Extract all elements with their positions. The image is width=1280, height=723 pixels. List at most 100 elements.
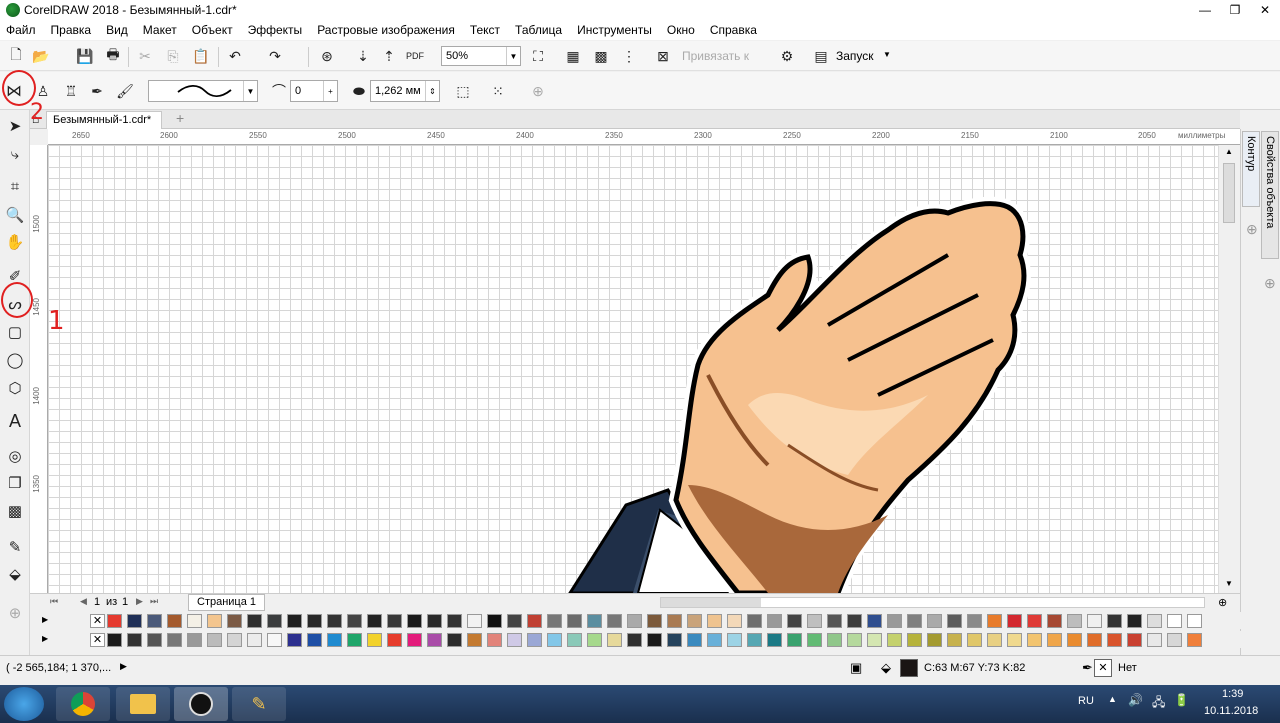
- color-swatch[interactable]: [427, 633, 442, 647]
- snap-to-dropdown[interactable]: Привязать к: [682, 49, 749, 63]
- menu-help[interactable]: Справка: [710, 23, 757, 37]
- hscroll-thumb[interactable]: [661, 598, 761, 607]
- color-swatch[interactable]: [1047, 633, 1062, 647]
- color-swatch[interactable]: [507, 633, 522, 647]
- color-swatch[interactable]: [747, 633, 762, 647]
- transparency-tool-icon[interactable]: ▩: [4, 500, 26, 522]
- spin-icon[interactable]: ⇕: [425, 81, 439, 101]
- color-swatch[interactable]: [527, 633, 542, 647]
- network-icon[interactable]: 🖧: [1152, 693, 1165, 714]
- color-swatch[interactable]: [367, 614, 382, 628]
- tray-expand-icon[interactable]: ▲: [1108, 694, 1117, 704]
- color-swatch[interactable]: [227, 633, 242, 647]
- explorer-taskbar-icon[interactable]: [116, 687, 170, 721]
- color-swatch[interactable]: [887, 633, 902, 647]
- no-color-swatch[interactable]: ✕: [90, 633, 105, 647]
- color-swatch[interactable]: [587, 614, 602, 628]
- snap-off-icon[interactable]: ⊠: [652, 45, 674, 67]
- color-swatch[interactable]: [927, 614, 942, 628]
- pan-tool-icon[interactable]: ✋: [4, 231, 26, 253]
- zoom-tool-icon[interactable]: 🔍: [4, 204, 26, 226]
- color-swatch[interactable]: [107, 614, 122, 628]
- drawing-canvas[interactable]: [48, 145, 1218, 593]
- shape-effects-icon[interactable]: ◎: [4, 445, 26, 467]
- color-swatch[interactable]: [647, 614, 662, 628]
- color-swatch[interactable]: [647, 633, 662, 647]
- color-swatch[interactable]: [567, 614, 582, 628]
- color-swatch[interactable]: [467, 633, 482, 647]
- language-indicator[interactable]: RU: [1078, 695, 1094, 707]
- color-swatch[interactable]: [627, 633, 642, 647]
- horizontal-ruler[interactable]: 2650 2600 2550 2500 2450 2400 2350 2300 …: [48, 129, 1240, 145]
- page-tab[interactable]: Страница 1: [188, 594, 266, 611]
- color-swatch[interactable]: [1127, 633, 1142, 647]
- minimize-button[interactable]: —: [1190, 0, 1220, 20]
- prev-page-icon[interactable]: ◀: [80, 596, 87, 607]
- color-swatch[interactable]: [347, 614, 362, 628]
- color-swatch[interactable]: [207, 614, 222, 628]
- last-page-icon[interactable]: ⏭: [150, 596, 158, 607]
- menu-bitmaps[interactable]: Растровые изображения: [317, 23, 455, 37]
- zoom-fit-icon[interactable]: ⊕: [1218, 596, 1227, 609]
- menu-table[interactable]: Таблица: [515, 23, 562, 37]
- color-swatch[interactable]: [547, 633, 562, 647]
- add-docker-icon[interactable]: ⊕: [1246, 221, 1258, 238]
- menu-effects[interactable]: Эффекты: [248, 23, 303, 37]
- color-swatch[interactable]: [927, 633, 942, 647]
- vertical-ruler[interactable]: 1500 1450 1400 1350: [30, 145, 48, 593]
- text-tool-icon[interactable]: A: [4, 410, 26, 432]
- color-swatch[interactable]: [807, 633, 822, 647]
- trace-points-icon[interactable]: ⁙: [487, 80, 509, 102]
- chevron-down-icon[interactable]: ▼: [243, 81, 257, 101]
- pick-tool-icon[interactable]: ➤: [4, 115, 26, 137]
- show-rulers-icon[interactable]: ▦: [562, 45, 584, 67]
- color-swatch[interactable]: [427, 614, 442, 628]
- save-icon[interactable]: 💾: [74, 45, 96, 67]
- hand-illustration[interactable]: [48, 145, 1218, 593]
- color-swatch[interactable]: [947, 614, 962, 628]
- color-swatch[interactable]: [707, 633, 722, 647]
- color-swatch[interactable]: [547, 614, 562, 628]
- menu-file[interactable]: Файл: [6, 23, 36, 37]
- color-swatch[interactable]: [847, 633, 862, 647]
- brush-icon[interactable]: ♖: [60, 80, 82, 102]
- power-icon[interactable]: 🔋: [1174, 693, 1189, 707]
- options-gear-icon[interactable]: ⚙: [776, 45, 798, 67]
- coreldraw-taskbar-icon[interactable]: [174, 687, 228, 721]
- vertical-scrollbar[interactable]: ▲ ▼: [1218, 145, 1240, 593]
- color-swatch[interactable]: [867, 633, 882, 647]
- color-swatch[interactable]: [127, 614, 142, 628]
- color-swatch[interactable]: [307, 633, 322, 647]
- import-icon[interactable]: ⇣: [352, 45, 374, 67]
- add-tool-icon[interactable]: ⊕: [4, 602, 26, 624]
- color-swatch[interactable]: [947, 633, 962, 647]
- show-guides-icon[interactable]: ⋮: [618, 45, 640, 67]
- color-swatch[interactable]: [747, 614, 762, 628]
- color-swatch[interactable]: [847, 614, 862, 628]
- color-swatch[interactable]: [207, 633, 222, 647]
- chevron-down-icon[interactable]: ▼: [506, 47, 520, 65]
- menu-tools[interactable]: Инструменты: [577, 23, 652, 37]
- color-swatch[interactable]: [407, 614, 422, 628]
- color-swatch[interactable]: [967, 633, 982, 647]
- color-swatch[interactable]: [767, 614, 782, 628]
- scroll-down-icon[interactable]: ▼: [1225, 579, 1233, 588]
- open-icon[interactable]: 📂: [30, 45, 52, 67]
- menu-window[interactable]: Окно: [667, 23, 695, 37]
- fill-swatch[interactable]: [900, 659, 918, 677]
- plus-icon[interactable]: +: [323, 81, 337, 101]
- color-swatch[interactable]: [887, 614, 902, 628]
- horizontal-scrollbar[interactable]: [660, 597, 1205, 608]
- next-page-icon[interactable]: ▶: [136, 596, 143, 607]
- color-swatch[interactable]: [507, 614, 522, 628]
- chevron-down-icon[interactable]: ▼: [883, 50, 891, 59]
- launch-icon[interactable]: ▤: [810, 45, 832, 67]
- color-swatch[interactable]: [1107, 633, 1122, 647]
- color-swatch[interactable]: [467, 614, 482, 628]
- no-color-swatch[interactable]: ✕: [90, 614, 105, 628]
- show-grid-icon[interactable]: ▩: [590, 45, 612, 67]
- menu-text[interactable]: Текст: [470, 23, 500, 37]
- polygon-tool-icon[interactable]: ⬡: [4, 377, 26, 399]
- color-swatch[interactable]: [627, 614, 642, 628]
- color-swatch[interactable]: [247, 614, 262, 628]
